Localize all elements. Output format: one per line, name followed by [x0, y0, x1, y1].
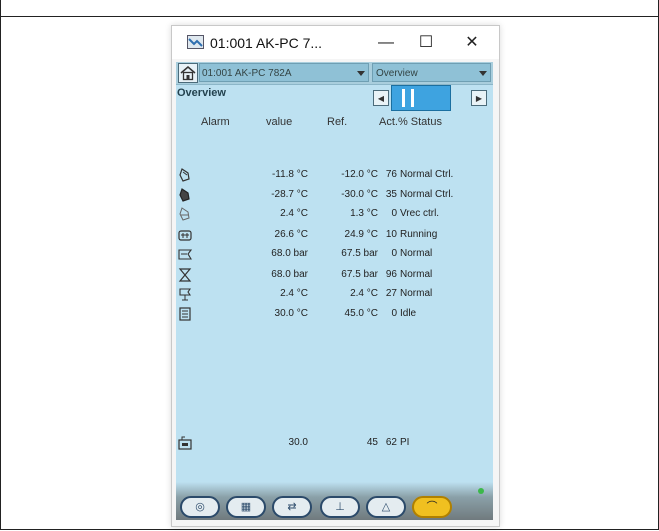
heater-icon[interactable]: [177, 306, 193, 322]
row-ref: 24.9 °C: [344, 229, 378, 240]
app-icon: [187, 35, 204, 49]
row-value: 2.4 °C: [280, 288, 308, 299]
column-header-alarm: Alarm: [201, 116, 230, 128]
row-act: 35: [385, 189, 397, 200]
row-ref: -30.0 °C: [341, 189, 378, 200]
view-select-value: Overview: [376, 68, 418, 79]
home-icon[interactable]: [178, 63, 198, 83]
pi-status: PI: [400, 437, 410, 448]
main-content: 01:001 AK-PC 782A Overview Overview ◀ ▶ …: [176, 62, 493, 520]
row-value: -11.8 °C: [271, 169, 308, 180]
pi-act: 62: [385, 437, 397, 448]
device-select-value: 01:001 AK-PC 782A: [202, 68, 292, 79]
slider-tick: [411, 89, 414, 107]
row-status: Normal: [400, 248, 433, 259]
table-row[interactable]: 30.0 °C 45.0 °C 0 Idle: [176, 305, 493, 325]
status-dot-icon: [478, 488, 484, 494]
row-ref: 67.5 bar: [341, 248, 378, 259]
row-value: -28.7 °C: [271, 189, 308, 200]
app-window: 01:001 AK-PC 7... — ☐ ✕ 01:001 AK-PC 782…: [171, 25, 500, 527]
row-act: 0: [391, 248, 397, 259]
column-header-act-status: Act.% Status: [379, 116, 442, 128]
row-act: 0: [391, 308, 397, 319]
compressor-icon: ⇄: [287, 501, 297, 513]
valve-icon[interactable]: [177, 246, 193, 262]
row-ref: 67.5 bar: [341, 269, 378, 280]
page-navigator: ◀ ▶: [371, 85, 491, 111]
top-divider: [0, 16, 659, 17]
row-ref: 45.0 °C: [344, 308, 378, 319]
pi-ref: 45: [366, 437, 378, 448]
section-label: Overview: [177, 87, 226, 99]
overview-tab-button[interactable]: ◎: [180, 496, 220, 518]
gascooler-icon[interactable]: [177, 227, 193, 243]
heat-recovery-icon[interactable]: [177, 286, 193, 302]
service-icon: ⌒: [426, 501, 438, 513]
close-button[interactable]: ✕: [452, 30, 492, 56]
row-act: 96: [385, 269, 397, 280]
graph-tab-button[interactable]: ⊥: [320, 496, 360, 518]
view-select[interactable]: Overview: [372, 63, 491, 82]
chevron-right-icon: ▶: [475, 94, 483, 103]
row-value: 2.4 °C: [280, 208, 308, 219]
row-value: 68.0 bar: [271, 269, 308, 280]
column-header-value: value: [266, 116, 293, 128]
list-tab-button[interactable]: ▦: [226, 496, 266, 518]
table-row[interactable]: 26.6 °C 24.9 °C 10 Running: [176, 226, 493, 246]
table-row[interactable]: -28.7 °C -30.0 °C 35 Normal Ctrl.: [176, 186, 493, 206]
list-icon: ▦: [240, 501, 252, 513]
row-status: Normal: [400, 288, 433, 299]
toolbar: 01:001 AK-PC 782A Overview: [176, 62, 493, 85]
row-value: 30.0 °C: [274, 308, 308, 319]
table-row[interactable]: -11.8 °C -12.0 °C 76 Normal Ctrl.: [176, 166, 493, 186]
pi-row[interactable]: 30.0 45 62 PI: [176, 434, 493, 454]
table-row[interactable]: 2.4 °C 1.3 °C 0 Vrec ctrl.: [176, 205, 493, 225]
maximize-button[interactable]: ☐: [406, 30, 446, 56]
row-status: Running: [400, 229, 438, 240]
suction-filled-icon[interactable]: [177, 187, 193, 203]
hp-valve-icon[interactable]: [177, 267, 193, 283]
pi-value: 30.0: [288, 437, 308, 448]
alarm-icon: △: [381, 501, 391, 513]
row-status: Normal: [400, 269, 433, 280]
device-select[interactable]: 01:001 AK-PC 782A: [199, 63, 369, 82]
slider-tick: [402, 89, 405, 107]
graph-icon: ⊥: [335, 501, 345, 513]
prev-page-button[interactable]: ◀: [373, 90, 389, 106]
compressor-tab-button[interactable]: ⇄: [272, 496, 312, 518]
page-slider[interactable]: [391, 85, 451, 111]
row-act: 27: [385, 288, 397, 299]
row-ref: -12.0 °C: [341, 169, 378, 180]
row-act: 0: [391, 208, 397, 219]
bottom-tab-bar: ◎ ▦ ⇄ ⊥ △ ⌒: [176, 482, 493, 520]
next-page-button[interactable]: ▶: [471, 90, 487, 106]
row-act: 10: [385, 229, 397, 240]
row-status: Vrec ctrl.: [400, 208, 440, 219]
row-status: Idle: [400, 308, 417, 319]
table-row[interactable]: 68.0 bar 67.5 bar 96 Normal: [176, 266, 493, 286]
row-ref: 1.3 °C: [350, 208, 378, 219]
table-row[interactable]: 2.4 °C 2.4 °C 27 Normal: [176, 285, 493, 305]
row-ref: 2.4 °C: [350, 288, 378, 299]
chevron-down-icon: [357, 71, 365, 76]
overview-icon: ◎: [195, 501, 205, 513]
minimize-button[interactable]: —: [366, 30, 406, 56]
receiver-icon[interactable]: [177, 206, 193, 222]
row-value: 26.6 °C: [274, 229, 308, 240]
suction-icon[interactable]: [177, 167, 193, 183]
row-status: Normal Ctrl.: [400, 189, 454, 200]
row-status: Normal Ctrl.: [400, 169, 454, 180]
window-title: 01:001 AK-PC 7...: [210, 35, 323, 51]
chevron-left-icon: ◀: [377, 94, 385, 103]
title-bar: 01:001 AK-PC 7... — ☐ ✕: [172, 26, 499, 59]
column-header-ref: Ref.: [327, 116, 348, 128]
alarm-tab-button[interactable]: △: [366, 496, 406, 518]
table-row[interactable]: 68.0 bar 67.5 bar 0 Normal: [176, 245, 493, 265]
service-tab-button[interactable]: ⌒: [412, 496, 452, 518]
chevron-down-icon: [479, 71, 487, 76]
row-act: 76: [385, 169, 397, 180]
row-value: 68.0 bar: [271, 248, 308, 259]
pi-icon: [178, 436, 192, 450]
